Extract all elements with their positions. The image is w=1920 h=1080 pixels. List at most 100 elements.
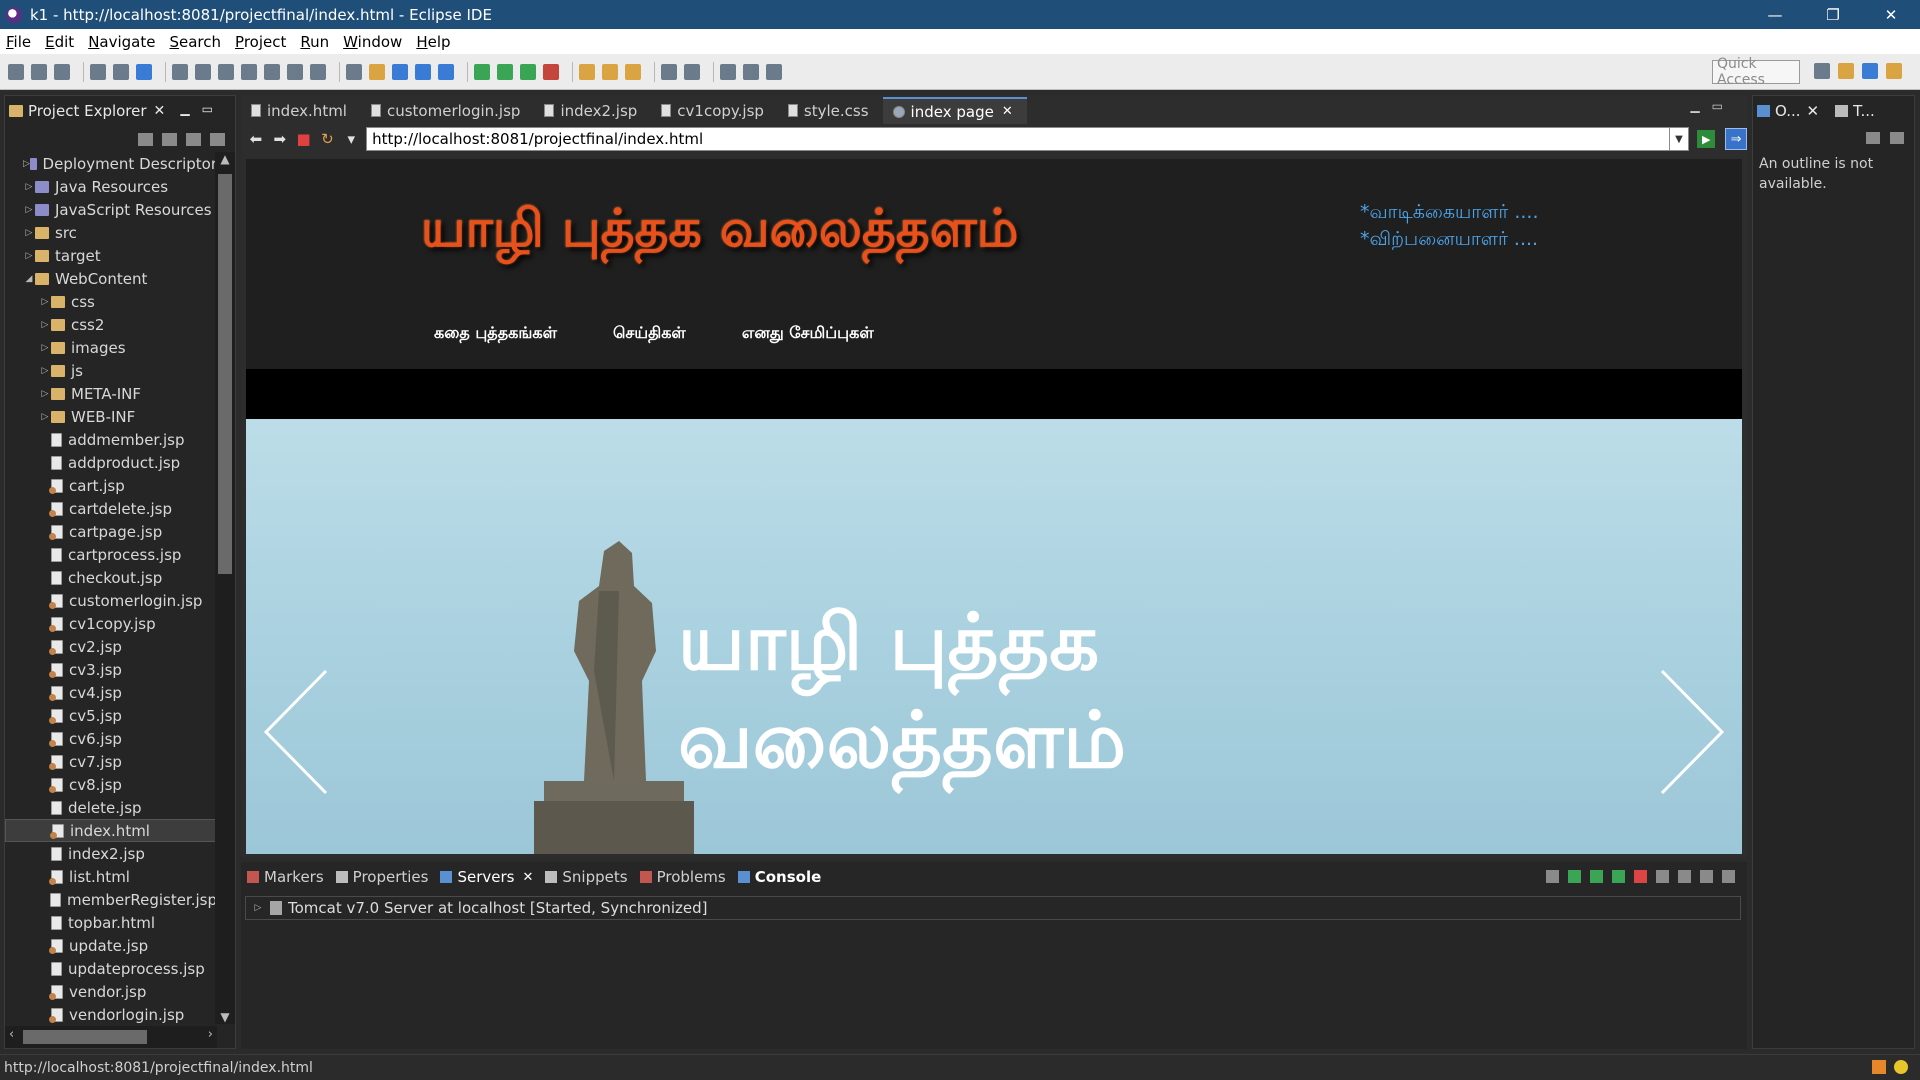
quick-access-field[interactable]: Quick Access — [1712, 56, 1800, 88]
expand-toggle-icon[interactable]: ▷ — [23, 251, 35, 261]
scroll-left-icon[interactable]: ‹ — [9, 1027, 14, 1042]
tree-item[interactable]: cv8.jsp — [5, 773, 217, 796]
menu-window[interactable]: Window — [343, 33, 402, 51]
external-tools-icon[interactable] — [543, 63, 559, 80]
expand-toggle-icon[interactable]: ▷ — [39, 389, 51, 399]
new-icon[interactable] — [8, 63, 24, 80]
close-window-button[interactable]: ✕ — [1862, 0, 1920, 29]
next-slide-icon[interactable] — [1648, 667, 1728, 797]
restore-button[interactable]: ❐ — [1804, 0, 1862, 29]
url-input[interactable]: http://localhost:8081/projectfinal/index… — [366, 127, 1670, 151]
tree-item[interactable]: cv4.jsp — [5, 681, 217, 704]
tree-item[interactable]: ▷ META-INF — [5, 382, 217, 405]
expand-toggle-icon[interactable]: ◢ — [23, 274, 35, 284]
tree-item[interactable]: cartpage.jsp — [5, 520, 217, 543]
nav-story-books[interactable]: கதை புத்தகங்கள் — [434, 323, 557, 344]
expand-toggle-icon[interactable]: ▷ — [39, 343, 51, 353]
java-ee-perspective-icon[interactable] — [1838, 63, 1854, 79]
step-return-icon[interactable] — [287, 63, 303, 80]
skip-breakpoints-icon[interactable] — [136, 63, 152, 80]
close-icon[interactable]: ✕ — [523, 870, 534, 885]
open-type-icon[interactable] — [579, 63, 595, 80]
close-icon[interactable]: ✕ — [1807, 102, 1820, 120]
resume-icon[interactable] — [172, 63, 188, 80]
tree-item[interactable]: cv5.jsp — [5, 704, 217, 727]
menu-navigate[interactable]: Navigate — [88, 33, 155, 51]
tree-item[interactable]: cart.jsp — [5, 474, 217, 497]
open-external-browser-icon[interactable]: ⇒ — [1725, 128, 1747, 150]
chevron-down-icon[interactable]: ▾ — [342, 130, 360, 148]
expand-toggle-icon[interactable]: ▷ — [23, 205, 35, 215]
debug-perspective-icon[interactable] — [1862, 63, 1878, 79]
step-over-icon[interactable] — [264, 63, 280, 80]
tree-item[interactable]: ▷ src — [5, 221, 217, 244]
next-annotation-icon[interactable] — [661, 63, 677, 80]
print-icon[interactable] — [90, 63, 106, 80]
view-menu-icon[interactable] — [186, 132, 201, 146]
save-all-icon[interactable] — [54, 63, 70, 80]
tree-item[interactable]: cv3.jsp — [5, 658, 217, 681]
tree-item[interactable]: ▷ js — [5, 359, 217, 382]
customer-login-link[interactable]: *வாடிக்கையாளர் .... — [1360, 199, 1539, 226]
back-arrow-icon[interactable] — [743, 63, 759, 80]
scrollbar-thumb[interactable] — [23, 1030, 147, 1044]
drop-frame-icon[interactable] — [310, 63, 326, 80]
scroll-up-icon[interactable]: ▲ — [215, 152, 235, 166]
back-arrow-icon[interactable]: ⬅ — [247, 130, 265, 148]
tree-item[interactable]: vendorlogin.jsp — [5, 1003, 217, 1024]
expand-toggle-icon[interactable]: ▷ — [252, 903, 264, 913]
menu-search[interactable]: Search — [169, 33, 221, 51]
tab-console[interactable]: Console — [737, 868, 821, 886]
close-icon[interactable]: ✕ — [1002, 104, 1013, 119]
tree-item[interactable]: memberRegister.jsp — [5, 888, 217, 911]
minimize-maximize-icons[interactable]: ▁▭ — [1690, 99, 1735, 113]
save-icon[interactable] — [31, 63, 47, 80]
tree-item[interactable]: ▷ images — [5, 336, 217, 359]
tree-item[interactable]: customerlogin.jsp — [5, 589, 217, 612]
menu-help[interactable]: Help — [416, 33, 450, 51]
project-explorer-tab[interactable]: Project Explorer ✕ ▁▭ — [5, 96, 235, 126]
chevron-down-icon[interactable] — [210, 132, 225, 146]
stop-server-icon[interactable] — [1634, 870, 1647, 883]
close-icon[interactable]: ✕ — [154, 103, 166, 119]
tab-cv1copy-jsp[interactable]: cv1copy.jsp — [651, 97, 778, 124]
tab-problems[interactable]: Problems — [639, 868, 726, 886]
go-icon[interactable]: ▶ — [1697, 130, 1716, 148]
vendor-login-link[interactable]: *விற்பனையாளர் .... — [1360, 226, 1539, 253]
nav-news[interactable]: செய்திகள் — [613, 323, 686, 344]
publish-icon[interactable] — [1656, 870, 1669, 883]
expand-toggle-icon[interactable]: ▷ — [39, 366, 51, 376]
run-icon[interactable] — [497, 63, 513, 80]
tree-item[interactable]: vendor.jsp — [5, 980, 217, 1003]
tree-item[interactable]: ▷ WEB-INF — [5, 405, 217, 428]
server-row[interactable]: ▷ Tomcat v7.0 Server at localhost [Start… — [245, 896, 1741, 920]
scroll-down-icon[interactable]: ▼ — [215, 1010, 235, 1024]
tree-item[interactable]: ▷ target — [5, 244, 217, 267]
tab-markers[interactable]: Markers — [247, 868, 324, 886]
tree-item[interactable]: ▷ Deployment Descriptor — [5, 152, 217, 175]
debug-settings-icon[interactable] — [113, 63, 129, 80]
nav-my-savings[interactable]: எனது சேமிப்புகள் — [742, 323, 874, 344]
scroll-right-icon[interactable]: › — [208, 1027, 213, 1042]
open-task-icon[interactable] — [602, 63, 618, 80]
minimize-maximize-icons[interactable]: ▁▭ — [180, 102, 225, 116]
menu-edit[interactable]: Edit — [45, 33, 74, 51]
last-edit-location-icon[interactable] — [720, 63, 736, 80]
tree-item[interactable]: cv1copy.jsp — [5, 612, 217, 635]
coverage-icon[interactable] — [520, 63, 536, 80]
menu-file[interactable]: File — [6, 33, 31, 51]
tree-item[interactable]: ▷ css2 — [5, 313, 217, 336]
tree-item[interactable]: addproduct.jsp — [5, 451, 217, 474]
new-server-icon[interactable] — [392, 63, 408, 80]
site-logo[interactable]: யாழி புத்தக வலைத்தளம் — [421, 199, 1019, 266]
menu-project[interactable]: Project — [235, 33, 286, 51]
maximize-icon[interactable] — [1722, 870, 1735, 883]
tree-item[interactable]: cv2.jsp — [5, 635, 217, 658]
step-into-icon[interactable] — [241, 63, 257, 80]
tab-customerlogin-jsp[interactable]: customerlogin.jsp — [361, 97, 534, 124]
collapse-all-icon[interactable] — [138, 132, 153, 146]
tree-item[interactable]: checkout.jsp — [5, 566, 217, 589]
forward-arrow-icon[interactable] — [766, 63, 782, 80]
vertical-scrollbar[interactable]: ▲ ▼ — [215, 152, 235, 1024]
tree-item[interactable]: cv7.jsp — [5, 750, 217, 773]
